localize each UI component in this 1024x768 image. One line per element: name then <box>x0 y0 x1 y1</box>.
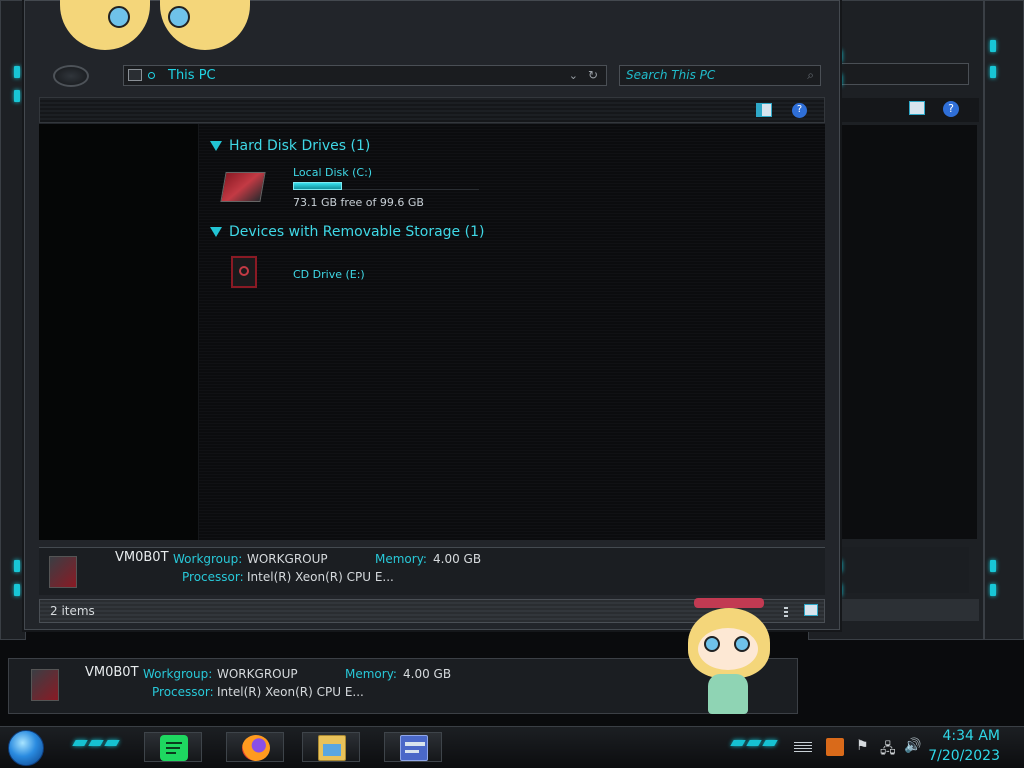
drive-usage-fill <box>293 182 343 190</box>
chevron-down-icon[interactable]: ⌄ <box>569 66 578 85</box>
clock-time[interactable]: 4:34 AM <box>942 728 1000 744</box>
computer-icon <box>128 69 142 81</box>
frame-accent <box>14 66 20 78</box>
navigation-pane[interactable] <box>39 124 199 540</box>
firefox-icon <box>242 735 270 761</box>
workgroup-label: Workgroup: <box>143 667 213 681</box>
frame-accent <box>14 584 20 596</box>
taskbar-app-file-explorer[interactable] <box>302 732 360 762</box>
group-header-hard-disk-drives[interactable]: Hard Disk Drives (1) <box>209 138 370 154</box>
group-header-label: Devices with Removable Storage (1) <box>229 224 485 240</box>
item-count: 2 items <box>50 604 95 618</box>
group-header-removable-storage[interactable]: Devices with Removable Storage (1) <box>209 224 484 240</box>
memory-label: Memory: <box>375 552 427 566</box>
chevron-down-icon[interactable] <box>209 139 223 153</box>
java-icon[interactable] <box>826 738 844 756</box>
drive-name: CD Drive (E:) <box>293 268 365 281</box>
workgroup-value: WORKGROUP <box>217 667 298 681</box>
memory-value: 4.00 GB <box>433 552 482 566</box>
background-window-left-edge <box>0 0 26 640</box>
spotify-icon <box>160 735 188 761</box>
frame-accent <box>990 40 996 52</box>
processor-value: Intel(R) Xeon(R) CPU E... <box>247 570 394 584</box>
group-header-label: Hard Disk Drives (1) <box>229 138 371 154</box>
background-details-pane[interactable]: VM0B0T Workgroup: WORKGROUP Memory: 4.00… <box>8 658 798 714</box>
start-button[interactable] <box>8 730 44 766</box>
drive-name: Local Disk (C:) <box>293 166 373 179</box>
computer-name: VM0B0T <box>85 665 139 680</box>
workgroup-label: Workgroup: <box>173 552 243 566</box>
workgroup-value: WORKGROUP <box>247 552 328 566</box>
frame-accent <box>14 560 20 572</box>
drive-item-local-disk[interactable]: Local Disk (C:) 73.1 GB free of 99.6 GB <box>219 166 479 212</box>
content-area[interactable]: Hard Disk Drives (1) Local Disk (C:) 73.… <box>39 124 825 540</box>
large-icons-view-icon[interactable] <box>804 604 818 616</box>
address-bar[interactable]: This PC ⌄ ↻ <box>123 65 607 86</box>
network-icon[interactable]: 🖧 <box>880 738 896 762</box>
drive-usage-bar <box>293 182 479 190</box>
computer-name: VM0B0T <box>115 550 169 565</box>
memory-value: 4.00 GB <box>403 667 452 681</box>
show-hidden-icons-icon[interactable] <box>794 742 812 752</box>
address-text[interactable]: This PC <box>168 68 216 83</box>
explorer-window[interactable]: This PC ⌄ ↻ Search This PC ⌕ ? Hard Disk… <box>24 0 840 630</box>
taskbar-app-control-panel[interactable] <box>384 732 442 762</box>
character-decoration-bottom <box>684 598 774 726</box>
frame-accent <box>990 66 996 78</box>
frame-accent <box>14 90 20 102</box>
frame-accent <box>990 560 996 572</box>
refresh-icon[interactable]: ↻ <box>588 66 598 85</box>
chevron-down-icon[interactable] <box>209 225 223 239</box>
hard-drive-icon <box>220 172 266 202</box>
action-center-flag-icon[interactable]: ⚑ <box>856 738 869 754</box>
layout-icon[interactable] <box>756 103 772 117</box>
taskbar-app-spotify[interactable] <box>144 732 202 762</box>
processor-label: Processor: <box>182 570 244 584</box>
memory-label: Memory: <box>345 667 397 681</box>
character-decoration-top <box>50 0 250 58</box>
layout-icon[interactable] <box>909 101 925 115</box>
processor-label: Processor: <box>152 685 214 699</box>
help-icon[interactable]: ? <box>943 101 959 117</box>
computer-icon <box>31 669 59 701</box>
help-icon[interactable]: ? <box>792 103 807 118</box>
search-placeholder: Search This PC <box>626 68 716 82</box>
background-window-far-right[interactable] <box>984 0 1024 640</box>
search-icon[interactable]: ⌕ <box>807 66 814 85</box>
navigation-orb-icon[interactable] <box>53 65 89 87</box>
address-dot-icon <box>148 72 155 79</box>
clock-date[interactable]: 7/20/2023 <box>928 748 1000 764</box>
file-explorer-icon <box>318 735 346 761</box>
taskbar-app-firefox[interactable] <box>226 732 284 762</box>
control-panel-icon <box>400 735 428 761</box>
command-bar: ? <box>39 97 825 123</box>
frame-accent <box>990 584 996 596</box>
details-view-icon[interactable] <box>784 605 788 617</box>
drive-free-space: 73.1 GB free of 99.6 GB <box>293 196 424 209</box>
search-input[interactable]: Search This PC ⌕ <box>619 65 821 86</box>
drive-item-cd-drive[interactable]: CD Drive (E:) <box>219 252 419 296</box>
cd-drive-icon <box>231 256 257 288</box>
details-pane: VM0B0T Workgroup: WORKGROUP Memory: 4.00… <box>39 547 825 595</box>
volume-icon[interactable]: 🔊 <box>904 738 921 754</box>
computer-icon <box>49 556 77 588</box>
processor-value: Intel(R) Xeon(R) CPU E... <box>217 685 364 699</box>
